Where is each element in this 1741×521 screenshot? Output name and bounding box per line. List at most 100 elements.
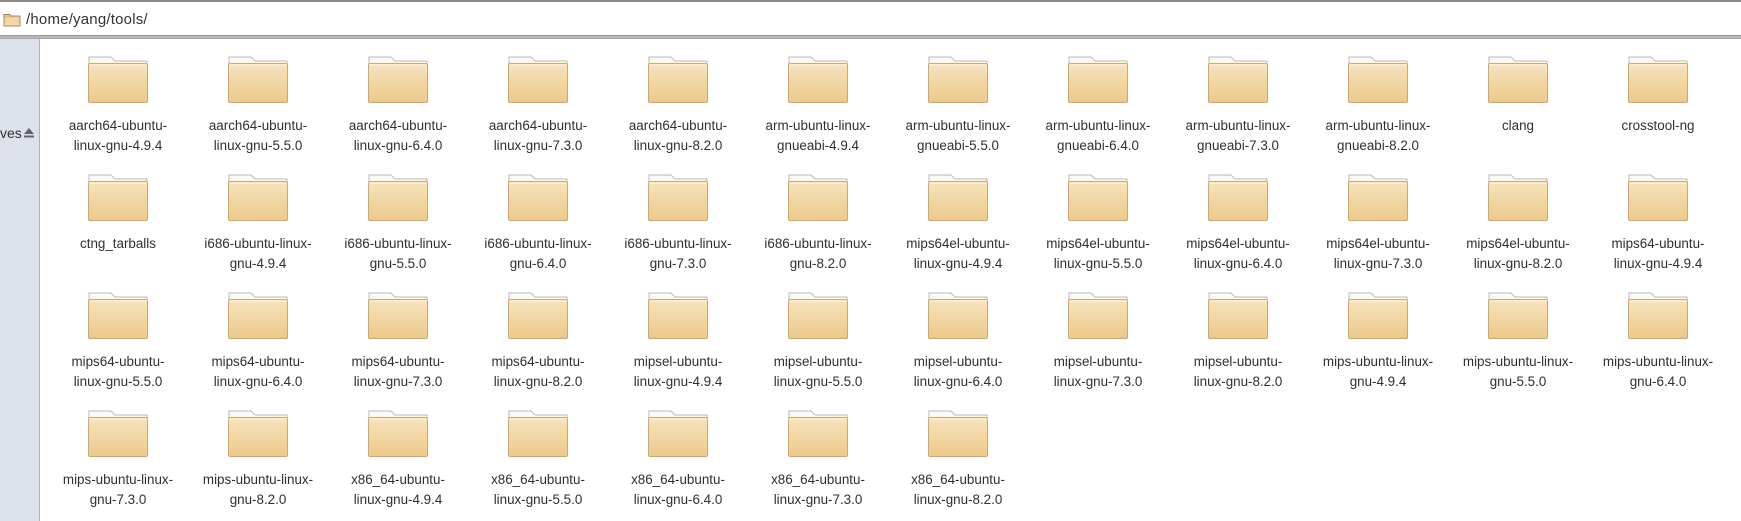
folder-name-line2: linux-gnu-5.5.0 bbox=[213, 138, 303, 153]
folder-item[interactable]: mips64el-ubuntu- linux-gnu-8.2.0 bbox=[1448, 170, 1588, 288]
folder-name: mips64-ubuntu- linux-gnu-4.9.4 bbox=[1590, 234, 1726, 274]
folder-name-line1: mips64el-ubuntu- bbox=[1466, 236, 1570, 251]
folder-item[interactable]: arm-ubuntu-linux- gnueabi-7.3.0 bbox=[1168, 52, 1308, 170]
folder-name-line2: linux-gnu-7.3.0 bbox=[1053, 374, 1143, 389]
folder-item[interactable]: mips64-ubuntu- linux-gnu-5.5.0 bbox=[48, 288, 188, 406]
folder-icon bbox=[1488, 174, 1548, 221]
folder-name: arm-ubuntu-linux- gnueabi-6.4.0 bbox=[1030, 116, 1166, 156]
folder-name-line2: linux-gnu-8.2.0 bbox=[633, 138, 723, 153]
folder-item[interactable]: x86_64-ubuntu- linux-gnu-7.3.0 bbox=[748, 406, 888, 521]
folder-item[interactable]: mips64el-ubuntu- linux-gnu-6.4.0 bbox=[1168, 170, 1308, 288]
folder-name-line1: x86_64-ubuntu- bbox=[351, 472, 445, 487]
folder-item[interactable]: x86_64-ubuntu- linux-gnu-5.5.0 bbox=[468, 406, 608, 521]
folder-item[interactable]: mips64-ubuntu- linux-gnu-4.9.4 bbox=[1588, 170, 1728, 288]
folder-item[interactable]: mipsel-ubuntu- linux-gnu-4.9.4 bbox=[608, 288, 748, 406]
file-view[interactable]: aarch64-ubuntu- linux-gnu-4.9.4 aarch64-… bbox=[41, 39, 1741, 521]
folder-item[interactable]: mips64-ubuntu- linux-gnu-7.3.0 bbox=[328, 288, 468, 406]
folder-name-line2: linux-gnu-4.9.4 bbox=[913, 256, 1003, 271]
folder-name-line1: aarch64-ubuntu- bbox=[628, 118, 728, 133]
folder-icon bbox=[1628, 174, 1688, 221]
folder-name-line2: gnu-8.2.0 bbox=[229, 492, 287, 507]
folder-item[interactable]: aarch64-ubuntu- linux-gnu-7.3.0 bbox=[468, 52, 608, 170]
folder-name-line2: linux-gnu-8.2.0 bbox=[493, 374, 583, 389]
folder-name-line1: mipsel-ubuntu- bbox=[1053, 354, 1143, 369]
folder-name-line1: mips-ubuntu-linux- bbox=[1462, 354, 1574, 369]
folder-item[interactable]: x86_64-ubuntu- linux-gnu-6.4.0 bbox=[608, 406, 748, 521]
folder-name-line2: gnu-6.4.0 bbox=[509, 256, 567, 271]
folder-name-line2: linux-gnu-5.5.0 bbox=[73, 374, 163, 389]
folder-icon bbox=[368, 174, 428, 221]
folder-icon bbox=[368, 292, 428, 339]
folder-item[interactable]: mips-ubuntu-linux- gnu-5.5.0 bbox=[1448, 288, 1588, 406]
folder-icon bbox=[228, 410, 288, 457]
folder-item[interactable]: mips64-ubuntu- linux-gnu-8.2.0 bbox=[468, 288, 608, 406]
folder-item[interactable]: x86_64-ubuntu- linux-gnu-8.2.0 bbox=[888, 406, 1028, 521]
folder-item[interactable]: mips64el-ubuntu- linux-gnu-7.3.0 bbox=[1308, 170, 1448, 288]
folder-name-line2: linux-gnu-6.4.0 bbox=[353, 138, 443, 153]
folder-item[interactable]: arm-ubuntu-linux- gnueabi-4.9.4 bbox=[748, 52, 888, 170]
folder-name-line1: arm-ubuntu-linux- bbox=[1185, 118, 1291, 133]
folder-name: mips-ubuntu-linux- gnu-7.3.0 bbox=[50, 470, 186, 510]
icon-grid: aarch64-ubuntu- linux-gnu-4.9.4 aarch64-… bbox=[48, 52, 1728, 521]
folder-item[interactable]: mips64-ubuntu- linux-gnu-6.4.0 bbox=[188, 288, 328, 406]
folder-name: arm-ubuntu-linux- gnueabi-7.3.0 bbox=[1170, 116, 1306, 156]
folder-item[interactable]: x86_64-ubuntu- linux-gnu-4.9.4 bbox=[328, 406, 468, 521]
folder-name: ctng_tarballs bbox=[50, 234, 186, 254]
folder-item[interactable]: i686-ubuntu-linux- gnu-5.5.0 bbox=[328, 170, 468, 288]
sidebar-drive-label[interactable]: ves bbox=[0, 125, 22, 141]
location-path[interactable]: /home/yang/tools/ bbox=[26, 11, 148, 28]
eject-icon[interactable] bbox=[23, 126, 35, 138]
folder-item[interactable]: mipsel-ubuntu- linux-gnu-6.4.0 bbox=[888, 288, 1028, 406]
folder-name-line1: aarch64-ubuntu- bbox=[488, 118, 588, 133]
folder-item[interactable]: aarch64-ubuntu- linux-gnu-8.2.0 bbox=[608, 52, 748, 170]
folder-icon bbox=[1348, 56, 1408, 103]
folder-name: arm-ubuntu-linux- gnueabi-5.5.0 bbox=[890, 116, 1026, 156]
folder-item[interactable]: mipsel-ubuntu- linux-gnu-8.2.0 bbox=[1168, 288, 1308, 406]
folder-name: x86_64-ubuntu- linux-gnu-5.5.0 bbox=[470, 470, 606, 510]
location-bar[interactable]: /home/yang/tools/ bbox=[0, 0, 1741, 36]
folder-item[interactable]: i686-ubuntu-linux- gnu-6.4.0 bbox=[468, 170, 608, 288]
folder-item[interactable]: mips-ubuntu-linux- gnu-6.4.0 bbox=[1588, 288, 1728, 406]
folder-name: mipsel-ubuntu- linux-gnu-4.9.4 bbox=[610, 352, 746, 392]
folder-name-line1: x86_64-ubuntu- bbox=[631, 472, 725, 487]
folder-name-line1: mips64el-ubuntu- bbox=[1326, 236, 1430, 251]
folder-name: aarch64-ubuntu- linux-gnu-7.3.0 bbox=[470, 116, 606, 156]
folder-icon bbox=[788, 56, 848, 103]
folder-item[interactable]: mipsel-ubuntu- linux-gnu-5.5.0 bbox=[748, 288, 888, 406]
folder-icon bbox=[928, 292, 988, 339]
folder-name: mips64el-ubuntu- linux-gnu-8.2.0 bbox=[1450, 234, 1586, 274]
folder-name-line2: linux-gnu-6.4.0 bbox=[913, 374, 1003, 389]
folder-name-line2: linux-gnu-4.9.4 bbox=[633, 374, 723, 389]
folder-name-line2: gnueabi-7.3.0 bbox=[1197, 138, 1279, 153]
folder-name-line1: mips64-ubuntu- bbox=[491, 354, 585, 369]
folder-name-line1: mips64el-ubuntu- bbox=[906, 236, 1010, 251]
folder-name: mipsel-ubuntu- linux-gnu-7.3.0 bbox=[1030, 352, 1166, 392]
folder-item[interactable]: crosstool-ng bbox=[1588, 52, 1728, 170]
folder-item[interactable]: aarch64-ubuntu- linux-gnu-6.4.0 bbox=[328, 52, 468, 170]
folder-name-line1: crosstool-ng bbox=[1621, 118, 1695, 133]
folder-name-line2: gnu-6.4.0 bbox=[1629, 374, 1687, 389]
folder-item[interactable]: mips-ubuntu-linux- gnu-7.3.0 bbox=[48, 406, 188, 521]
folder-item[interactable]: aarch64-ubuntu- linux-gnu-4.9.4 bbox=[48, 52, 188, 170]
folder-item[interactable]: arm-ubuntu-linux- gnueabi-8.2.0 bbox=[1308, 52, 1448, 170]
folder-item[interactable]: i686-ubuntu-linux- gnu-8.2.0 bbox=[748, 170, 888, 288]
folder-item[interactable]: arm-ubuntu-linux- gnueabi-6.4.0 bbox=[1028, 52, 1168, 170]
folder-item[interactable]: mips64el-ubuntu- linux-gnu-4.9.4 bbox=[888, 170, 1028, 288]
folder-name: i686-ubuntu-linux- gnu-5.5.0 bbox=[330, 234, 466, 274]
folder-name: mips64-ubuntu- linux-gnu-6.4.0 bbox=[190, 352, 326, 392]
folder-item[interactable]: aarch64-ubuntu- linux-gnu-5.5.0 bbox=[188, 52, 328, 170]
folder-name-line1: clang bbox=[1501, 118, 1534, 133]
folder-name: x86_64-ubuntu- linux-gnu-7.3.0 bbox=[750, 470, 886, 510]
folder-item[interactable]: mips-ubuntu-linux- gnu-8.2.0 bbox=[188, 406, 328, 521]
folder-name: mipsel-ubuntu- linux-gnu-5.5.0 bbox=[750, 352, 886, 392]
folder-icon bbox=[648, 56, 708, 103]
folder-item[interactable]: mips64el-ubuntu- linux-gnu-5.5.0 bbox=[1028, 170, 1168, 288]
folder-item[interactable]: i686-ubuntu-linux- gnu-4.9.4 bbox=[188, 170, 328, 288]
folder-item[interactable]: ctng_tarballs bbox=[48, 170, 188, 288]
folder-item[interactable]: i686-ubuntu-linux- gnu-7.3.0 bbox=[608, 170, 748, 288]
folder-name: mips64el-ubuntu- linux-gnu-6.4.0 bbox=[1170, 234, 1306, 274]
folder-item[interactable]: arm-ubuntu-linux- gnueabi-5.5.0 bbox=[888, 52, 1028, 170]
folder-item[interactable]: clang bbox=[1448, 52, 1588, 170]
folder-item[interactable]: mipsel-ubuntu- linux-gnu-7.3.0 bbox=[1028, 288, 1168, 406]
folder-item[interactable]: mips-ubuntu-linux- gnu-4.9.4 bbox=[1308, 288, 1448, 406]
